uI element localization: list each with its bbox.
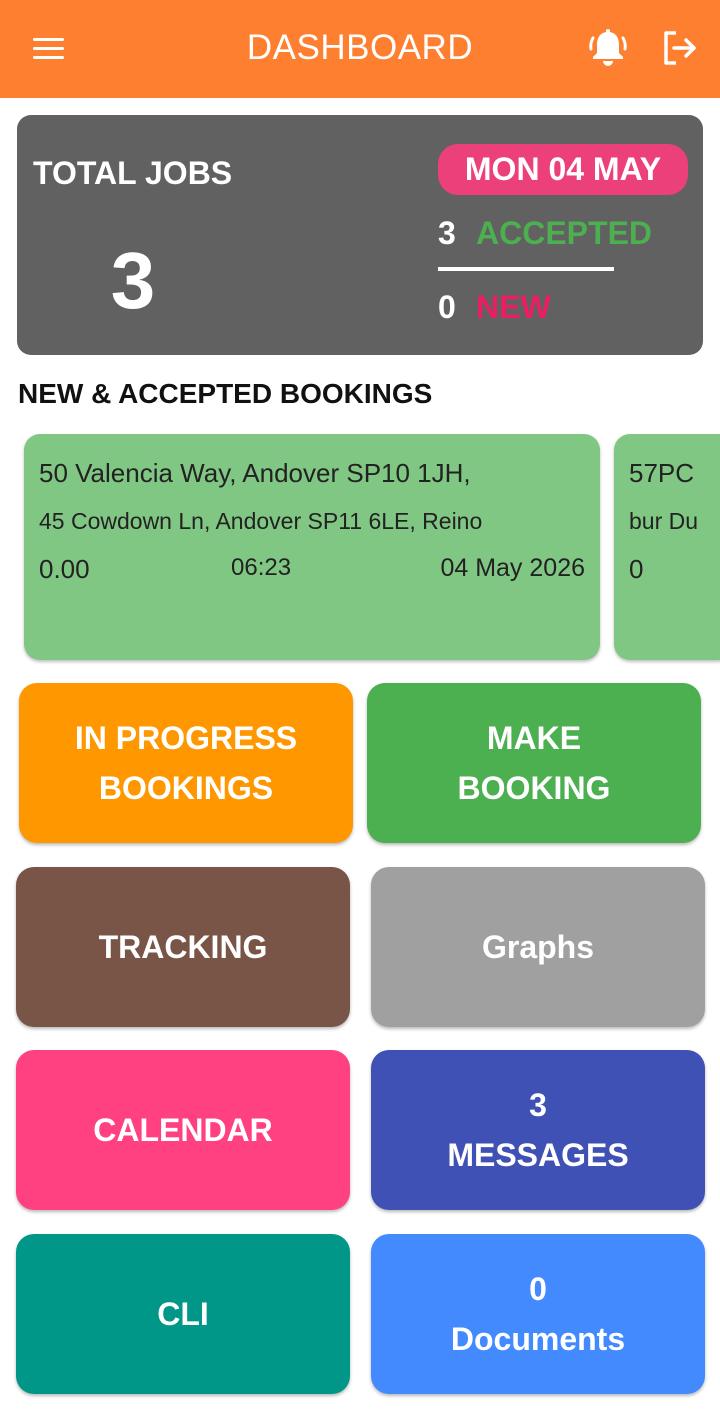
new-count: 0 (438, 289, 456, 325)
tile-label: CALENDAR (93, 1112, 273, 1148)
tile-label: BOOKING (457, 770, 611, 806)
tile-label: MESSAGES (447, 1137, 629, 1173)
accepted-label: ACCEPTED (476, 215, 653, 251)
tile-label: BOOKINGS (98, 770, 274, 806)
cli-button[interactable]: CLI (16, 1234, 350, 1394)
tile-label: CLI (157, 1296, 209, 1332)
tracking-button[interactable]: TRACKING (16, 867, 350, 1027)
dropoff-address: 45 Cowdown Ln, Andover SP11 6LE, Reino (39, 508, 483, 534)
graphs-button[interactable]: Graphs (371, 867, 705, 1027)
calendar-button[interactable]: CALENDAR (16, 1050, 350, 1210)
total-jobs-value: 3 (110, 236, 156, 325)
booking-card[interactable]: 57PC bur Du 0 (614, 434, 720, 660)
bell-icon[interactable] (586, 26, 630, 70)
new-label: NEW (476, 289, 551, 325)
tile-label: IN PROGRESS (74, 720, 298, 756)
tile-label: MAKE (486, 720, 582, 756)
dropoff-address: bur Du (629, 508, 699, 534)
tile-label: Documents (450, 1321, 626, 1357)
in-progress-bookings-button[interactable]: IN PROGRESS BOOKINGS (19, 683, 353, 843)
messages-button[interactable]: 3 MESSAGES (371, 1050, 705, 1210)
documents-count: 0 (529, 1271, 547, 1307)
messages-count: 3 (529, 1087, 547, 1123)
app-bar: DASHBOARD (0, 0, 720, 98)
tile-label: Graphs (481, 929, 595, 965)
booking-date: 04 May 2026 (440, 554, 585, 582)
booking-time: 06:23 (231, 554, 292, 581)
total-jobs-label: TOTAL JOBS (33, 155, 233, 191)
bookings-carousel[interactable]: 50 Valencia Way, Andover SP10 1JH, 45 Co… (0, 430, 720, 670)
jobs-summary-card: TOTAL JOBS 3 MON 04 MAY 3 ACCEPTED 0 NEW (17, 115, 703, 355)
tile-label: TRACKING (98, 929, 268, 965)
documents-button[interactable]: 0 Documents (371, 1234, 705, 1394)
pickup-address: 50 Valencia Way, Andover SP10 1JH, (39, 458, 471, 488)
accepted-count: 3 (438, 215, 456, 251)
booking-fare: 0.00 (39, 554, 90, 584)
logout-icon[interactable] (660, 28, 700, 68)
booking-card[interactable]: 50 Valencia Way, Andover SP10 1JH, 45 Co… (24, 434, 600, 660)
date-badge: MON 04 MAY (438, 144, 688, 195)
pickup-address: 57PC (629, 458, 695, 488)
bookings-section-title: NEW & ACCEPTED BOOKINGS (18, 378, 433, 409)
make-booking-button[interactable]: MAKE BOOKING (367, 683, 701, 843)
summary-divider (438, 267, 614, 271)
booking-fare: 0 (629, 554, 644, 584)
